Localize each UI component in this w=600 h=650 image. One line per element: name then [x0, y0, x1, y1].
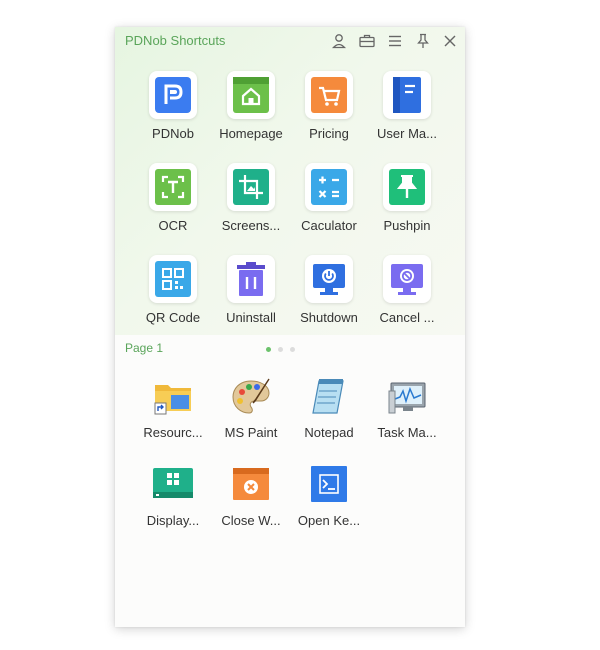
pricing-cart-icon [305, 71, 353, 119]
app-label: Close W... [221, 513, 281, 528]
close-icon[interactable] [441, 32, 459, 50]
pdnob-icon [149, 71, 197, 119]
shortcut-homepage[interactable]: Homepage [211, 71, 291, 151]
shortcut-label: Uninstall [226, 310, 276, 325]
task-manager-icon [388, 382, 426, 414]
shortcut-calculator[interactable]: Caculator [289, 163, 369, 243]
app-ms-paint[interactable]: MS Paint [211, 377, 291, 457]
shortcut-label: Homepage [219, 126, 283, 141]
shortcut-label: OCR [158, 218, 188, 233]
keyboard-terminal-icon [311, 466, 347, 502]
shortcut-pushpin[interactable]: Pushpin [367, 163, 447, 243]
shortcut-label: Cancel ... [379, 310, 435, 325]
calculator-icon [305, 163, 353, 211]
app-label: Notepad [304, 425, 354, 440]
app-open-keyboard[interactable]: Open Ke... [289, 465, 369, 545]
pushpin-icon [383, 163, 431, 211]
notepad-icon [312, 379, 344, 414]
shortcut-label: Screens... [221, 218, 281, 233]
homepage-icon [227, 71, 275, 119]
app-label: Open Ke... [297, 513, 361, 528]
app-display[interactable]: Display... [133, 465, 213, 545]
shortcut-label: Caculator [301, 218, 357, 233]
user-icon[interactable] [330, 32, 348, 50]
app-close-window[interactable]: Close W... [211, 465, 291, 545]
page-label: Page 1 [125, 341, 164, 355]
menu-icon[interactable] [386, 32, 404, 50]
shortcut-label: Pricing [309, 126, 349, 141]
trash-icon [227, 255, 275, 303]
page-dot-3[interactable] [290, 347, 295, 352]
shortcut-uninstall[interactable]: Uninstall [211, 255, 291, 335]
shortcuts-window: PDNob Shortcuts PDNob Homepage Pricing U… [115, 27, 465, 627]
shortcut-label: Pushpin [383, 218, 431, 233]
page-dot-2[interactable] [278, 347, 283, 352]
screenshot-icon [227, 163, 275, 211]
app-label: Display... [146, 513, 200, 528]
shortcut-ocr[interactable]: OCR [133, 163, 213, 243]
shortcut-label: PDNob [152, 126, 194, 141]
shortcut-screenshot[interactable]: Screens... [211, 163, 291, 243]
paint-palette-icon [232, 378, 270, 414]
shortcut-label: User Ma... [377, 126, 437, 141]
app-notepad[interactable]: Notepad [289, 377, 369, 457]
pin-icon[interactable] [414, 32, 432, 50]
ocr-icon [149, 163, 197, 211]
shortcut-label: Shutdown [300, 310, 358, 325]
user-manual-icon [383, 71, 431, 119]
shortcut-pricing[interactable]: Pricing [289, 71, 369, 151]
display-icon [153, 468, 193, 498]
toolbox-icon[interactable] [358, 32, 376, 50]
app-label: MS Paint [224, 425, 278, 440]
qr-code-icon [149, 255, 197, 303]
title-bar: PDNob Shortcuts [115, 27, 465, 57]
shortcut-qr-code[interactable]: QR Code [133, 255, 213, 335]
app-task-manager[interactable]: Task Ma... [367, 377, 447, 457]
app-label: Resourc... [143, 425, 203, 440]
window-title: PDNob Shortcuts [125, 33, 226, 48]
shortcut-cancel-shutdown[interactable]: Cancel ... [367, 255, 447, 335]
shortcut-shutdown[interactable]: Shutdown [289, 255, 369, 335]
cancel-shutdown-icon [383, 255, 431, 303]
shortcut-pdnob[interactable]: PDNob [133, 71, 213, 151]
folder-shortcut-icon [154, 385, 191, 415]
page-dot-1[interactable] [266, 347, 271, 352]
app-resource-monitor[interactable]: Resourc... [133, 377, 213, 457]
shortcut-user-manual[interactable]: User Ma... [367, 71, 447, 151]
close-window-icon [233, 468, 269, 500]
shortcut-label: QR Code [145, 310, 201, 325]
shutdown-icon [305, 255, 353, 303]
app-label: Task Ma... [377, 425, 437, 440]
